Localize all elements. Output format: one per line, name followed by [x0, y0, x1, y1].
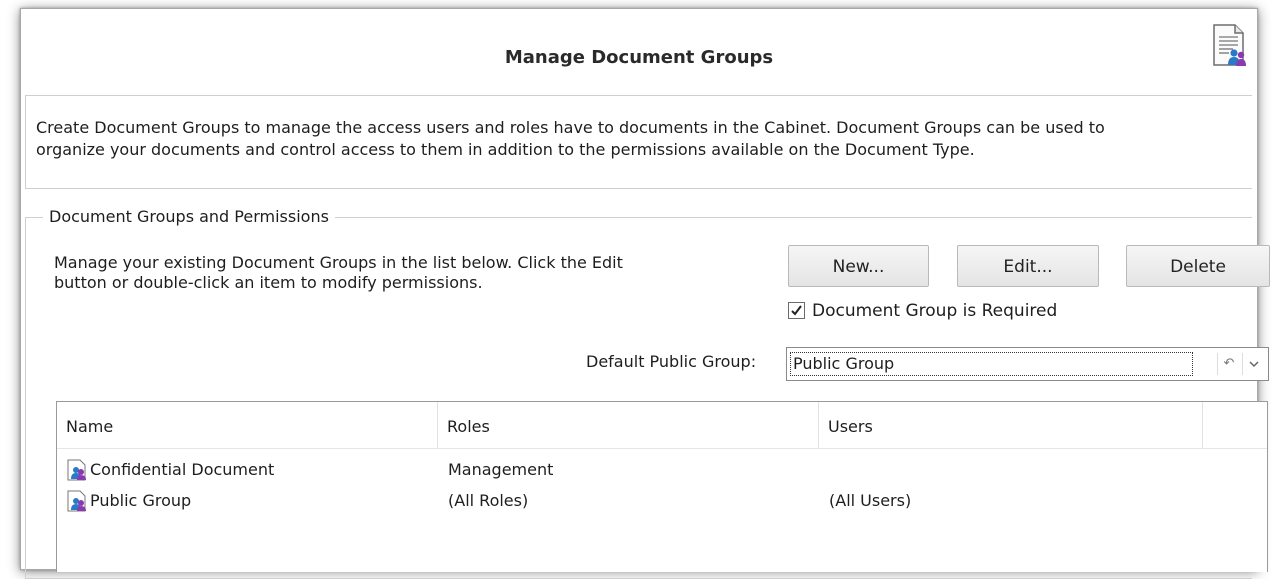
column-header-users[interactable]: Users — [819, 402, 1203, 448]
row-name: Confidential Document — [90, 460, 275, 479]
table-row[interactable]: Confidential Document Management — [57, 455, 1267, 485]
description-panel: Create Document Groups to manage the acc… — [25, 95, 1252, 189]
row-roles: (All Roles) — [448, 491, 529, 510]
chevron-down-icon[interactable] — [1242, 353, 1265, 375]
required-checkbox-label[interactable]: Document Group is Required — [812, 301, 1057, 321]
row-users: (All Users) — [829, 491, 912, 510]
dialog-header: Manage Document Groups — [21, 9, 1257, 94]
document-group-icon — [67, 490, 86, 512]
delete-button[interactable]: Delete — [1126, 245, 1270, 287]
description-line-2: organize your documents and control acce… — [36, 140, 975, 159]
list-header: Name Roles Users — [57, 402, 1267, 449]
default-public-group-label: Default Public Group: — [586, 352, 757, 371]
column-header-filler — [1203, 402, 1266, 448]
default-public-group-combo[interactable]: Public Group ↶ — [786, 347, 1269, 381]
document-users-icon — [1213, 24, 1246, 66]
manage-line-1: Manage your existing Document Groups in … — [54, 253, 623, 272]
dialog-title: Manage Document Groups — [504, 47, 774, 68]
new-button[interactable]: New... — [788, 245, 929, 287]
manage-instructions: Manage your existing Document Groups in … — [54, 253, 623, 293]
row-roles: Management — [448, 460, 554, 479]
manage-line-2: button or double-click an item to modify… — [54, 273, 483, 292]
group-legend: Document Groups and Permissions — [43, 207, 335, 226]
column-header-name[interactable]: Name — [57, 402, 438, 448]
row-name: Public Group — [90, 491, 192, 510]
default-public-group-value[interactable]: Public Group — [790, 352, 1193, 376]
description-line-1: Create Document Groups to manage the acc… — [36, 118, 1105, 137]
manage-document-groups-dialog: Manage Document Groups Create Document G… — [20, 8, 1270, 579]
document-groups-list[interactable]: Name Roles Users Confidential Document M… — [56, 401, 1268, 572]
column-header-roles[interactable]: Roles — [438, 402, 819, 448]
checkmark-icon — [791, 305, 802, 316]
document-group-icon — [67, 459, 86, 481]
required-checkbox[interactable] — [788, 302, 805, 319]
table-row[interactable]: Public Group (All Roles) (All Users) — [57, 486, 1267, 516]
reset-icon[interactable]: ↶ — [1217, 353, 1240, 375]
edit-button[interactable]: Edit... — [957, 245, 1099, 287]
